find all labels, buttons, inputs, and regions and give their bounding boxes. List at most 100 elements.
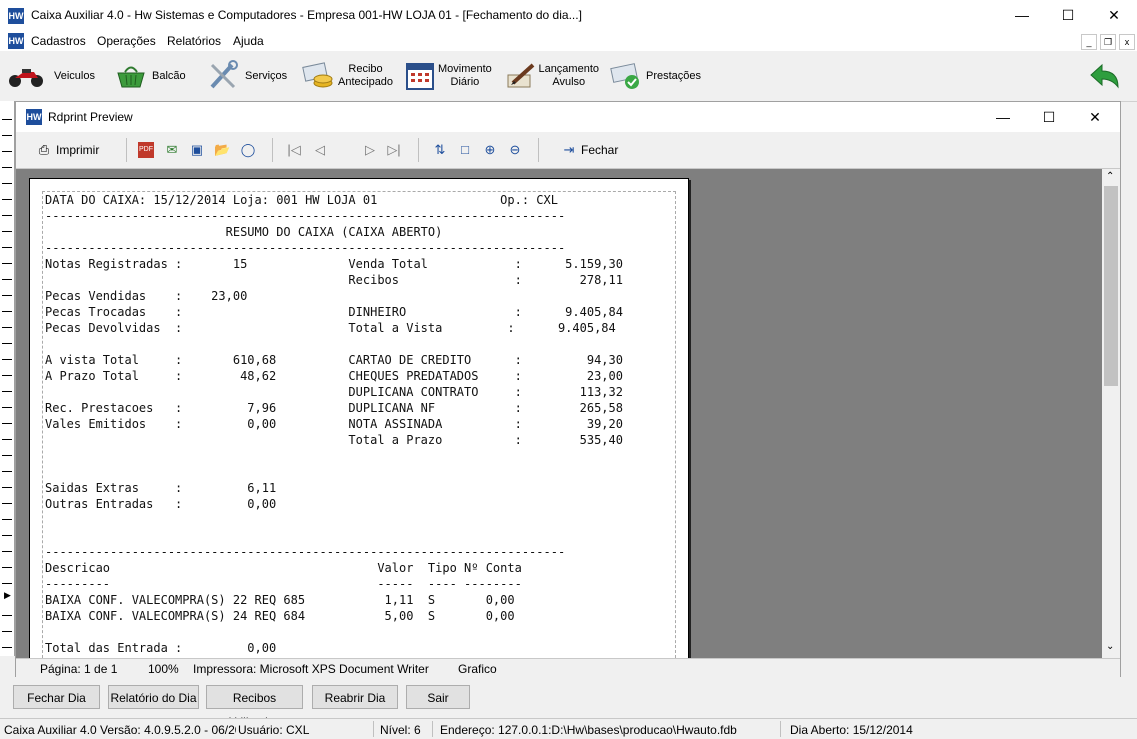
page-icon: □ [461, 142, 469, 157]
zoom-in-icon: ⊕ [484, 142, 496, 157]
printer-icon: ⎙ [38, 142, 50, 157]
version-info: Caixa Auxiliar 4.0 Versão: 4.0.9.5.2.0 -… [4, 723, 236, 737]
back-arrow-icon[interactable] [1088, 61, 1124, 93]
menu-relatorios[interactable]: Relatórios [167, 34, 221, 48]
scroll-down-icon[interactable]: ⌄ [1106, 641, 1114, 652]
close-icon[interactable]: ✕ [1091, 0, 1137, 31]
basket-icon [113, 60, 149, 92]
report-line: Outras Entradas : 0,00 [45, 497, 277, 511]
menu-operacoes[interactable]: Operações [97, 34, 156, 48]
vertical-scrollbar[interactable]: ⌃ ⌄ [1102, 169, 1120, 658]
scroll-up-icon[interactable]: ⌃ [1106, 171, 1114, 182]
mdi-close-icon[interactable]: x [1119, 34, 1135, 50]
open-day-info: Dia Aberto: 15/12/2014 [790, 723, 913, 737]
report-line: DUPLICANA CONTRATO : 113,32 [45, 385, 623, 399]
mdi-restore-icon[interactable]: ❐ [1100, 34, 1116, 50]
report-page: DATA DO CAIXA: 15/12/2014 Loja: 001 HW L… [29, 178, 689, 658]
mdi-minimize-icon[interactable]: _ [1081, 34, 1097, 50]
print-button[interactable]: ⎙ Imprimir [36, 140, 100, 160]
open-button[interactable]: 📂 [214, 140, 230, 160]
scroll-thumb[interactable] [1104, 186, 1118, 386]
zoom-in-button[interactable]: ⊕ [482, 140, 498, 160]
send-button[interactable]: ✉ [164, 140, 180, 160]
report-line: Recibos : 278,11 [45, 273, 623, 287]
relatorio-dia-button[interactable]: Relatório do Dia [108, 685, 199, 709]
report-line: Saidas Extras : 6,11 [45, 481, 277, 495]
calendar-icon [402, 60, 438, 92]
report-line: Total a Prazo : 535,40 [45, 433, 623, 447]
report-line: BAIXA CONF. VALECOMPRA(S) 22 REQ 685 1,1… [45, 593, 515, 607]
check-money-icon [608, 60, 644, 92]
preview-maximize-icon[interactable]: ☐ [1026, 102, 1072, 133]
preview-canvas[interactable]: DATA DO CAIXA: 15/12/2014 Loja: 001 HW L… [16, 169, 1102, 658]
movimento-diario-button[interactable]: Movimento Diário [402, 51, 494, 101]
maximize-icon[interactable]: ☐ [1045, 0, 1091, 31]
close-preview-button[interactable]: ⇥ Fechar [561, 140, 619, 160]
mdi-app-icon[interactable]: HW [8, 33, 24, 49]
preview-window: HW Rdprint Preview — ☐ ✕ ⎙ Imprimir PDF … [15, 101, 1121, 679]
user-info: Usuário: CXL [238, 723, 310, 737]
report-line: A vista Total : 610,68 CARTAO DE CREDITO… [45, 353, 623, 367]
render-mode: Grafico [458, 662, 497, 676]
report-line: Rec. Prestacoes : 7,96 DUPLICANA NF : 26… [45, 401, 623, 415]
fit-width-button[interactable]: ⇅ [432, 140, 448, 160]
prestacoes-button[interactable]: Prestações [608, 51, 704, 101]
menu-cadastros[interactable]: Cadastros [31, 34, 86, 48]
address-info: Endereço: 127.0.0.1:D:\Hw\bases\producao… [440, 723, 737, 737]
zoom-out-button[interactable]: ⊖ [507, 140, 523, 160]
tools-icon [205, 60, 241, 92]
menu-ajuda[interactable]: Ajuda [233, 34, 264, 48]
preview-app-icon: HW [26, 109, 42, 125]
servicos-button[interactable]: Serviços [205, 51, 291, 101]
report-line: Pecas Vendidas : 23,00 [45, 289, 248, 303]
report-line: ----------------------------------------… [45, 241, 566, 255]
report-line: Descricao Valor Tipo Nº Conta [45, 561, 522, 575]
prev-page-button[interactable]: ◁ [312, 140, 328, 160]
main-toolbar: Veiculos Balcão Serviços Recibo Antecipad… [0, 51, 1137, 102]
preview-toolbar: ⎙ Imprimir PDF ✉ ▣ 📂 ◯ |◁ ◁ ▷ ▷| ⇅ □ ⊕ ⊖… [16, 132, 1120, 169]
reabrir-dia-button[interactable]: Reabrir Dia [312, 685, 398, 709]
last-page-button[interactable]: ▷| [386, 140, 402, 160]
report-line: A Prazo Total : 48,62 CHEQUES PREDATADOS… [45, 369, 623, 383]
find-button[interactable]: ◯ [240, 140, 256, 160]
save-icon: ▣ [190, 142, 204, 157]
next-page-icon: ▷ [365, 142, 375, 157]
first-page-button[interactable]: |◁ [286, 140, 302, 160]
pdf-icon: PDF [138, 142, 154, 158]
lancamento-avulso-button[interactable]: Lançamento Avulso [503, 51, 599, 101]
sair-button[interactable]: Sair [406, 685, 470, 709]
preview-close-icon[interactable]: ✕ [1072, 102, 1118, 133]
recibo-antecipado-button[interactable]: Recibo Antecipado [300, 51, 396, 101]
title-bar: HW Caixa Auxiliar 4.0 - Hw Sistemas e Co… [0, 0, 1137, 31]
status-bar: Caixa Auxiliar 4.0 Versão: 4.0.9.5.2.0 -… [0, 718, 1137, 739]
minimize-icon[interactable]: — [999, 0, 1045, 31]
veiculos-button[interactable]: Veiculos [8, 51, 98, 101]
fechar-dia-button[interactable]: Fechar Dia [13, 685, 100, 709]
first-page-icon: |◁ [287, 142, 301, 157]
printer-indicator: Impressora: Microsoft XPS Document Write… [193, 662, 429, 676]
export-pdf-button[interactable]: PDF [138, 140, 154, 160]
report-line: --------- ----- ---- -------- [45, 577, 522, 591]
window-title: Caixa Auxiliar 4.0 - Hw Sistemas e Compu… [31, 8, 582, 22]
preview-minimize-icon[interactable]: — [980, 102, 1026, 133]
report-line: BAIXA CONF. VALECOMPRA(S) 24 REQ 684 5,0… [45, 609, 515, 623]
send-icon: ✉ [166, 142, 178, 157]
last-page-icon: ▷| [387, 142, 401, 157]
page-indicator: Página: 1 de 1 [40, 662, 118, 676]
recibos-utilizados-button[interactable]: Recibos Utilizados [206, 685, 303, 729]
motorcycle-icon [8, 60, 44, 92]
report-content: DATA DO CAIXA: 15/12/2014 Loja: 001 HW L… [42, 191, 676, 658]
exit-door-icon: ⇥ [563, 142, 575, 157]
report-line: ----------------------------------------… [45, 545, 566, 559]
binoculars-icon: ◯ [240, 142, 256, 157]
left-ruler: ▶ [0, 101, 15, 656]
next-page-button[interactable]: ▷ [362, 140, 378, 160]
balcao-button[interactable]: Balcão [113, 51, 191, 101]
level-info: Nível: 6 [380, 723, 421, 737]
save-button[interactable]: ▣ [189, 140, 205, 160]
folder-icon: 📂 [214, 142, 231, 157]
preview-title-bar: HW Rdprint Preview — ☐ ✕ [16, 102, 1120, 132]
page-view-button[interactable]: □ [457, 140, 473, 160]
prev-page-icon: ◁ [315, 142, 325, 157]
report-line: Total das Entrada : 0,00 [45, 641, 277, 655]
